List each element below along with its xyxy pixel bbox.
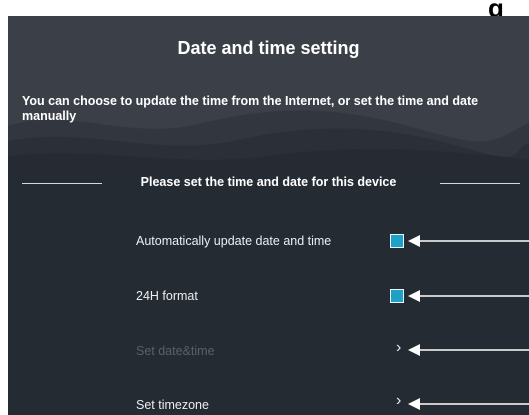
section-divider-right bbox=[440, 183, 520, 184]
arrow-left-icon bbox=[408, 235, 529, 247]
format-24h-label: 24H format bbox=[136, 289, 198, 303]
set-date-time-item[interactable]: Set date&time bbox=[136, 344, 215, 358]
arrow-left-icon bbox=[408, 290, 529, 302]
arrow-left-icon bbox=[408, 398, 529, 410]
arrow-left-icon bbox=[408, 344, 529, 356]
auto-update-label: Automatically update date and time bbox=[136, 234, 332, 248]
auto-update-checkbox[interactable] bbox=[390, 234, 404, 248]
chevron-right-icon: › bbox=[396, 339, 402, 356]
chevron-right-icon: › bbox=[396, 392, 402, 409]
date-time-settings-panel: Date and time setting You can choose to … bbox=[8, 16, 529, 415]
page-title: Date and time setting bbox=[177, 38, 360, 58]
section-heading: Please set the time and date for this de… bbox=[140, 175, 397, 189]
format-24h-checkbox[interactable] bbox=[390, 289, 404, 303]
set-timezone-item[interactable]: Set timezone bbox=[136, 398, 209, 412]
page-description: You can choose to update the time from t… bbox=[22, 94, 479, 123]
